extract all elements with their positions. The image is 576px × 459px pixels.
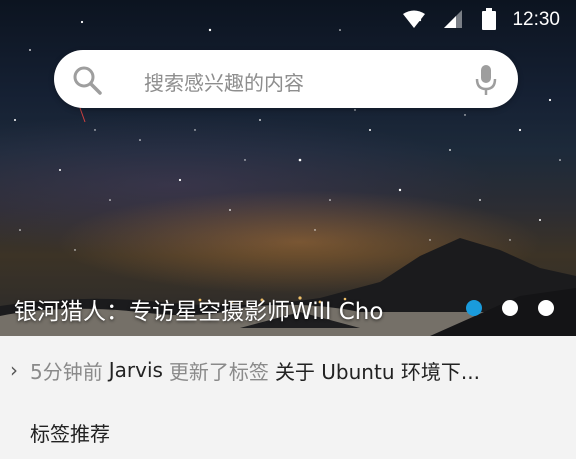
- signal-icon: [444, 10, 462, 28]
- battery-icon: [482, 8, 496, 30]
- wifi-icon: [403, 10, 425, 28]
- carousel-dot[interactable]: [502, 300, 518, 316]
- update-title[interactable]: 关于 Ubuntu 环境下...: [275, 356, 480, 385]
- search-icon[interactable]: [72, 65, 102, 95]
- mic-icon[interactable]: [474, 64, 498, 96]
- carousel-dot[interactable]: [538, 300, 554, 316]
- carousel-dot-active[interactable]: [466, 300, 482, 316]
- chevron-right-icon: ›: [10, 358, 18, 382]
- status-bar: 12:30: [0, 0, 576, 40]
- carousel-indicators: [466, 300, 554, 316]
- banner-carousel[interactable]: 12:30 搜索感兴趣的内容 银河猎人：专访星空摄影师Will Cho: [0, 0, 576, 336]
- update-action: 更新了标签: [168, 359, 269, 384]
- search-input[interactable]: 搜索感兴趣的内容: [144, 67, 304, 96]
- update-time: 5分钟前: [30, 359, 103, 384]
- section-title-tag-recommendations: 标签推荐: [30, 422, 110, 446]
- update-user[interactable]: Jarvis: [109, 358, 163, 382]
- update-notification-row[interactable]: › 5分钟前 Jarvis 更新了标签 关于 Ubuntu 环境下...: [0, 336, 576, 404]
- banner-caption[interactable]: 银河猎人：专访星空摄影师Will Cho: [14, 292, 383, 326]
- status-time: 12:30: [512, 9, 560, 30]
- search-bar[interactable]: 搜索感兴趣的内容: [54, 50, 518, 108]
